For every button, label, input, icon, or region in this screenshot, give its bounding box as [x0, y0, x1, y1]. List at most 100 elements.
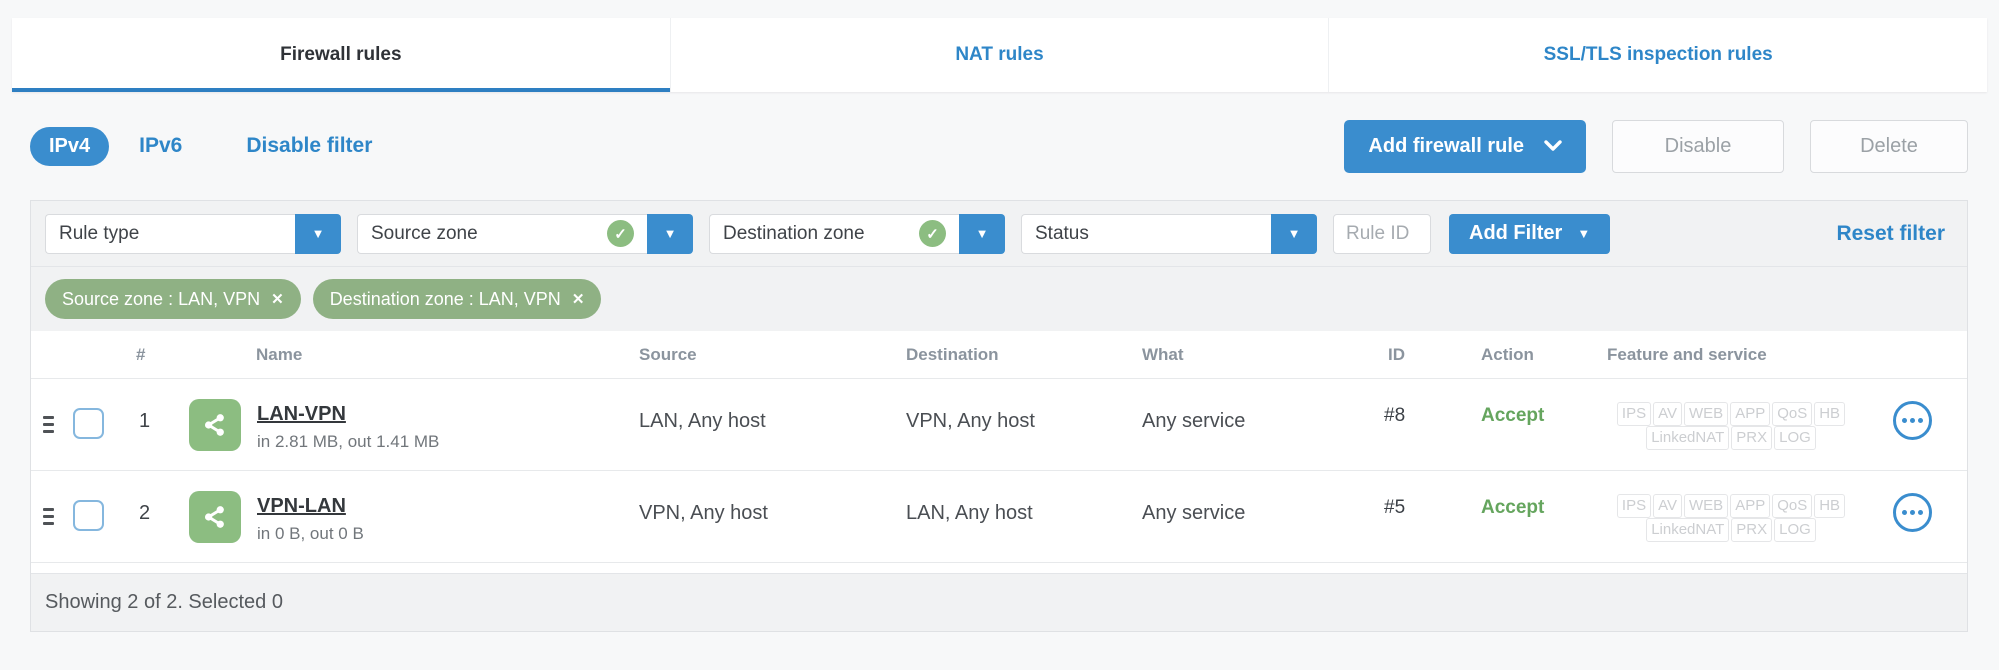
feature-badges: IPS AV WEB APP QoS HB LinkedNAT PRX LOG	[1597, 494, 1865, 542]
destination-cell: LAN, Any host	[906, 502, 1033, 524]
feature-badge: LOG	[1774, 426, 1816, 450]
caret-down-icon[interactable]: ▼	[959, 213, 1005, 254]
caret-down-icon[interactable]: ▼	[295, 213, 341, 254]
source-cell: LAN, Any host	[639, 410, 766, 432]
delete-button[interactable]: Delete	[1810, 119, 1968, 173]
tab-ssl-tls-inspection-rules[interactable]: SSL/TLS inspection rules	[1329, 18, 1987, 92]
disable-button[interactable]: Disable	[1612, 119, 1784, 173]
feature-badge: QoS	[1772, 494, 1813, 518]
feature-badge: PRX	[1731, 518, 1773, 542]
filter-chip-source-zone: Source zone : LAN, VPN ✕	[45, 279, 301, 319]
caret-down-icon[interactable]: ▼	[647, 213, 693, 254]
share-network-icon	[189, 399, 241, 451]
table-footer: Showing 2 of 2. Selected 0	[31, 573, 1967, 631]
column-header-what: What	[1142, 345, 1184, 364]
feature-badges-line2: LinkedNAT PRX LOG	[1597, 518, 1865, 542]
column-header-num: #	[136, 345, 146, 364]
reset-filter-link[interactable]: Reset filter	[1836, 222, 1953, 246]
toolbar: IPv4 IPv6 Disable filter Add firewall ru…	[30, 115, 1968, 177]
chevron-down-icon	[1544, 140, 1562, 151]
feature-badge: HB	[1814, 402, 1846, 426]
feature-badge: IPS	[1616, 494, 1652, 518]
firewall-rules-panel: Rule type ▼ Source zone ✓ ▼ Destination …	[30, 200, 1968, 632]
close-icon[interactable]: ✕	[572, 290, 585, 308]
dropdown-label-text: Destination zone	[723, 222, 865, 244]
source-cell: VPN, Any host	[639, 502, 768, 524]
disable-filter-link[interactable]: Disable filter	[246, 134, 372, 158]
feature-badge: WEB	[1684, 494, 1729, 518]
feature-badges-line2: LinkedNAT PRX LOG	[1597, 426, 1865, 450]
rule-id-cell: #5	[1384, 497, 1406, 518]
rule-traffic-stats: in 2.81 MB, out 1.41 MB	[257, 432, 440, 451]
row-checkbox[interactable]	[73, 408, 104, 439]
rule-name-link[interactable]: VPN-LAN	[257, 495, 346, 518]
ipv4-toggle[interactable]: IPv4	[30, 126, 110, 166]
feature-badge: APP	[1730, 402, 1771, 426]
feature-badge: AV	[1653, 494, 1683, 518]
showing-status-text: Showing 2 of 2. Selected 0	[45, 591, 283, 613]
row-checkbox[interactable]	[73, 500, 104, 531]
tab-nat-rules[interactable]: NAT rules	[671, 18, 1330, 92]
caret-down-icon: ▼	[1577, 226, 1591, 241]
action-cell: Accept	[1481, 405, 1545, 426]
column-header-action: Action	[1481, 345, 1534, 364]
rule-type-dropdown[interactable]: Rule type ▼	[45, 213, 341, 254]
rule-type-dropdown-label: Rule type	[45, 213, 295, 254]
add-filter-button[interactable]: Add Filter ▼	[1449, 213, 1611, 254]
add-filter-label: Add Filter	[1469, 222, 1563, 244]
chip-label: Source zone : LAN, VPN	[62, 288, 261, 309]
active-filter-chips: Source zone : LAN, VPN ✕ Destination zon…	[31, 267, 1967, 331]
tab-firewall-rules[interactable]: Firewall rules	[12, 18, 671, 92]
status-dropdown-label: Status	[1021, 213, 1271, 254]
row-menu-ellipsis-icon[interactable]	[1893, 401, 1932, 440]
row-number: 2	[139, 502, 151, 524]
status-dropdown[interactable]: Status ▼	[1021, 213, 1317, 254]
table-spacer	[31, 563, 1967, 573]
row-number: 1	[139, 410, 151, 432]
close-icon[interactable]: ✕	[271, 290, 284, 308]
drag-handle-icon[interactable]	[43, 508, 54, 525]
what-cell: Any service	[1142, 502, 1246, 524]
filter-chip-destination-zone: Destination zone : LAN, VPN ✕	[312, 279, 602, 319]
ipv6-toggle[interactable]: IPv6	[139, 134, 182, 158]
column-header-name: Name	[256, 345, 303, 364]
caret-down-icon[interactable]: ▼	[1271, 213, 1317, 254]
column-header-id: ID	[1388, 345, 1405, 364]
toolbar-actions: Add firewall rule Disable Delete	[1344, 119, 1968, 173]
destination-cell: VPN, Any host	[906, 410, 1035, 432]
source-zone-dropdown-label: Source zone ✓	[357, 213, 647, 254]
check-icon: ✓	[919, 220, 946, 247]
dropdown-label-text: Rule type	[59, 222, 140, 244]
rule-traffic-stats: in 0 B, out 0 B	[257, 524, 364, 543]
drag-handle-icon[interactable]	[43, 416, 54, 433]
table-row: 1 LAN-VPN in 2.81 MB, out 1.41 MB LAN, A…	[31, 379, 1967, 471]
rule-name-link[interactable]: LAN-VPN	[257, 403, 346, 426]
rule-type-tabbar: Firewall rules NAT rules SSL/TLS inspect…	[12, 18, 1987, 92]
destination-zone-dropdown[interactable]: Destination zone ✓ ▼	[709, 213, 1005, 254]
feature-badges-line1: IPS AV WEB APP QoS HB	[1597, 402, 1865, 426]
rule-id-cell: #8	[1384, 405, 1406, 426]
filter-bar: Rule type ▼ Source zone ✓ ▼ Destination …	[31, 201, 1967, 267]
feature-badge: AV	[1653, 402, 1683, 426]
table-row: 2 VPN-LAN in 0 B, out 0 B VPN, Any host …	[31, 471, 1967, 563]
feature-badge: PRX	[1731, 426, 1773, 450]
destination-zone-dropdown-label: Destination zone ✓	[709, 213, 959, 254]
feature-badge: LOG	[1774, 518, 1816, 542]
add-firewall-rule-label: Add firewall rule	[1368, 134, 1524, 157]
rule-id-input[interactable]	[1333, 213, 1431, 254]
source-zone-dropdown[interactable]: Source zone ✓ ▼	[357, 213, 693, 254]
dropdown-label-text: Source zone	[371, 222, 478, 244]
add-firewall-rule-button[interactable]: Add firewall rule	[1344, 119, 1586, 173]
column-header-feature: Feature and service	[1607, 345, 1767, 364]
row-menu-ellipsis-icon[interactable]	[1893, 493, 1932, 532]
feature-badges-line1: IPS AV WEB APP QoS HB	[1597, 494, 1865, 518]
chip-label: Destination zone : LAN, VPN	[329, 288, 561, 309]
feature-badge: QoS	[1772, 402, 1813, 426]
column-header-destination: Destination	[906, 345, 999, 364]
action-cell: Accept	[1481, 497, 1545, 518]
table-header: # Name Source Destination What ID Action…	[31, 331, 1967, 379]
feature-badge: APP	[1730, 494, 1771, 518]
feature-badge: LinkedNAT	[1646, 518, 1730, 542]
feature-badges: IPS AV WEB APP QoS HB LinkedNAT PRX LOG	[1597, 402, 1865, 450]
dropdown-label-text: Status	[1035, 222, 1089, 244]
